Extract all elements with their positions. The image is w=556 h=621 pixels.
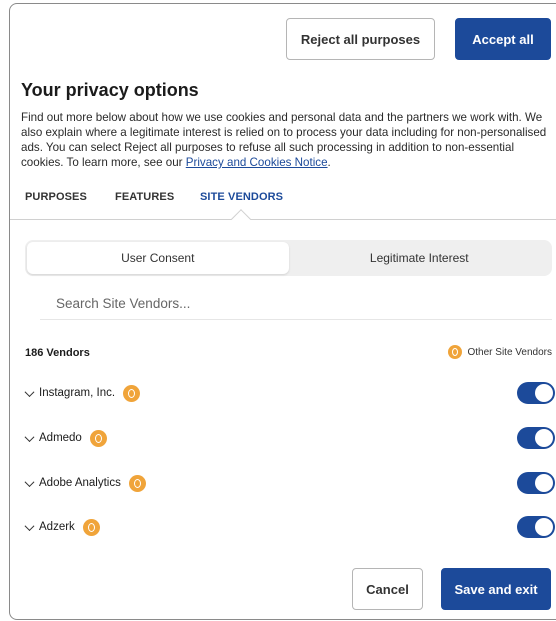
- accept-all-button[interactable]: Accept all: [455, 18, 551, 60]
- privacy-description: Find out more below about how we use coo…: [21, 110, 551, 170]
- description-end: .: [327, 156, 331, 169]
- vendor-consent-toggle[interactable]: [517, 427, 555, 449]
- save-and-exit-button[interactable]: Save and exit: [441, 568, 551, 610]
- chevron-down-icon[interactable]: [23, 477, 35, 489]
- bottom-actions: Cancel Save and exit: [352, 568, 551, 610]
- vendor-name[interactable]: Adobe Analytics: [39, 477, 121, 489]
- user-consent-segment[interactable]: User Consent: [27, 242, 289, 274]
- legend-label: Other Site Vendors: [467, 346, 553, 358]
- other-vendor-badge-icon: [447, 345, 462, 359]
- vendor-row: Adzerk: [23, 515, 555, 539]
- chevron-down-icon[interactable]: [23, 521, 35, 533]
- vendor-name[interactable]: Admedo: [39, 432, 82, 444]
- tab-site-vendors[interactable]: SITE VENDORS: [200, 191, 283, 203]
- other-vendor-badge-icon: [82, 518, 100, 536]
- page-title: Your privacy options: [21, 80, 199, 100]
- tab-bar: PURPOSES FEATURES SITE VENDORS: [10, 191, 556, 229]
- search-vendors-input[interactable]: [40, 288, 552, 320]
- tab-indicator-caret: [231, 209, 251, 229]
- chevron-down-icon[interactable]: [23, 432, 35, 444]
- tab-divider: [10, 219, 556, 220]
- top-actions: Reject all purposes Accept all: [286, 18, 551, 60]
- other-vendor-badge-icon: [89, 429, 107, 447]
- vendor-row: Adobe Analytics: [23, 471, 555, 495]
- other-vendor-badge-icon: [128, 474, 146, 492]
- privacy-notice-link[interactable]: Privacy and Cookies Notice: [186, 156, 328, 169]
- vendors-count: 186 Vendors: [25, 347, 90, 359]
- vendor-row: Admedo: [23, 426, 555, 450]
- vendor-consent-toggle[interactable]: [517, 516, 555, 538]
- other-vendors-legend: Other Site Vendors: [447, 345, 553, 359]
- vendor-name[interactable]: Adzerk: [39, 521, 75, 533]
- vendor-name[interactable]: Instagram, Inc.: [39, 387, 115, 399]
- legitimate-interest-segment[interactable]: Legitimate Interest: [289, 242, 551, 274]
- vendor-row: Instagram, Inc.: [23, 381, 555, 405]
- other-vendor-badge-icon: [123, 384, 141, 402]
- tab-features[interactable]: FEATURES: [115, 191, 174, 203]
- tab-purposes[interactable]: PURPOSES: [25, 191, 87, 203]
- consent-type-segment: User Consent Legitimate Interest: [25, 240, 552, 276]
- cancel-button[interactable]: Cancel: [352, 568, 423, 610]
- reject-all-button[interactable]: Reject all purposes: [286, 18, 435, 60]
- privacy-dialog: Reject all purposes Accept all Your priv…: [9, 3, 556, 620]
- vendor-consent-toggle[interactable]: [517, 472, 555, 494]
- chevron-down-icon[interactable]: [23, 387, 35, 399]
- vendor-consent-toggle[interactable]: [517, 382, 555, 404]
